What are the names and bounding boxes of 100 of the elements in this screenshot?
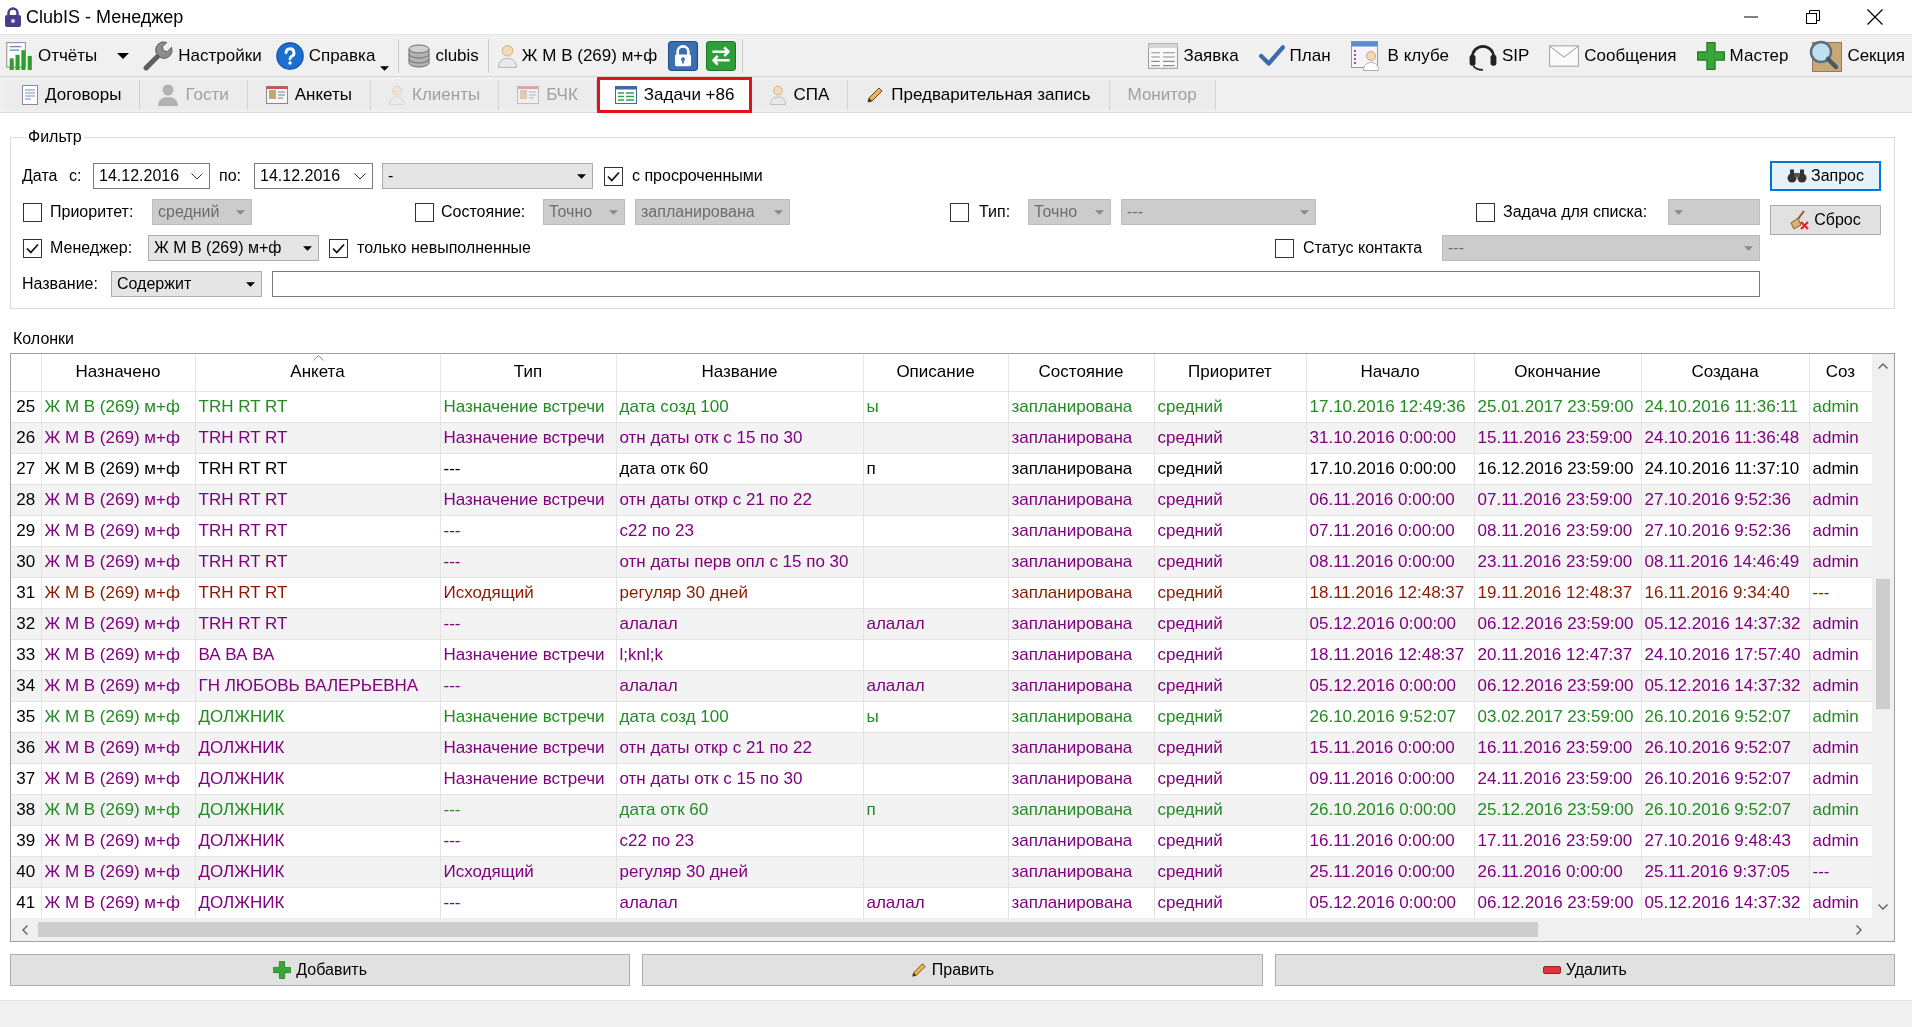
toolbar-button[interactable]: Заявка xyxy=(1145,37,1242,74)
table-row[interactable]: 40 Ж М В (269) м+ф ДОЛЖНИК Исходящий регуляр 30 дней запланирована средний 25.11.2016 0:00:00 26.11.2016 0:00:00 25.11.2016 9:37:05 --- xyxy=(11,856,1872,887)
table-row[interactable]: 36 Ж М В (269) м+ф ДОЛЖНИК Назначение встречи отн даты откр с 21 по 22 запланирована средний 15.11.2016 0:00:00 16.11.2016 23:59:00 26.10.2016 9:52:07 admin xyxy=(11,732,1872,763)
dropdown[interactable]: - xyxy=(382,163,593,189)
column-header[interactable]: Начало xyxy=(1306,354,1474,391)
tab[interactable]: Договоры xyxy=(4,79,141,110)
table-cell: 26.10.2016 9:52:07 xyxy=(1641,794,1809,825)
table-row[interactable]: 26 Ж М В (269) м+ф TRH RT RT Назначение встречи отн даты отк с 15 по 30 запланирована средний 31.10.2016 0:00:00 15.11.2016 23:59:00 24.10.2016 11:36:48 admin xyxy=(11,422,1872,453)
toolbar-button[interactable]: Настройки xyxy=(140,37,265,74)
date-field[interactable]: 14.12.2016 xyxy=(254,163,373,189)
checkbox[interactable] xyxy=(23,202,42,222)
toolbar-button[interactable]: Секция xyxy=(1805,37,1908,74)
checkbox[interactable] xyxy=(1476,202,1495,222)
table-row[interactable]: 35 Ж М В (269) м+ф ДОЛЖНИК Назначение встречи дата созд 100 ы запланирована средний 26.10.2016 9:52:07 03.02.2017 23:59:00 26.10.2016 9:52:07 admin xyxy=(11,701,1872,732)
table-row[interactable]: 30 Ж М В (269) м+ф TRH RT RT --- отн даты перв опл с 15 по 30 запланирована средний 08.11.2016 0:00:00 23.11.2016 23:59:00 08.11.2016 14:46:49 admin xyxy=(11,546,1872,577)
table-cell: 25.11.2016 0:00:00 xyxy=(1306,856,1474,887)
table-row[interactable]: 32 Ж М В (269) м+ф TRH RT RT --- алалал алалал запланирована средний 05.12.2016 0:00:00 06.12.2016 23:59:00 05.12.2016 14:37:32 admin xyxy=(11,608,1872,639)
caret-down-icon xyxy=(303,245,312,251)
column-header[interactable]: Состояние xyxy=(1008,354,1154,391)
toolbar-button[interactable]: В клубе xyxy=(1347,37,1452,74)
minimize-icon xyxy=(1744,16,1758,18)
tab[interactable]: Предварительная запись xyxy=(848,79,1110,110)
envelope-icon xyxy=(1549,44,1580,67)
date-field[interactable]: 14.12.2016 xyxy=(93,163,210,189)
table-row[interactable]: 25 Ж М В (269) м+ф TRH RT RT Назначение встречи дата созд 100 ы запланирована средний 17.10.2016 12:49:36 25.01.2017 23:59:00 24.10.2016 11:36:11 admin xyxy=(11,391,1872,422)
table-cell: ДОЛЖНИК xyxy=(195,856,440,887)
checkbox[interactable] xyxy=(23,238,42,258)
column-header[interactable]: Описание xyxy=(863,354,1008,391)
horizontal-scrollbar[interactable] xyxy=(11,918,1872,941)
chevron-right-icon[interactable] xyxy=(1855,924,1862,935)
toolbar-button[interactable]: SIP xyxy=(1465,37,1533,74)
checkbox[interactable] xyxy=(415,202,434,222)
column-header[interactable]: Название xyxy=(616,354,863,391)
toolbar-button[interactable]: Сообщения xyxy=(1546,37,1680,74)
table-cell: Ж М В (269) м+ф xyxy=(41,546,195,577)
table-row[interactable]: 28 Ж М В (269) м+ф TRH RT RT Назначение встречи отн даты откр с 21 по 22 запланирована средний 06.11.2016 0:00:00 07.11.2016 23:59:00 27.10.2016 9:52:36 admin xyxy=(11,484,1872,515)
toolbar-button[interactable]: Справка xyxy=(272,37,393,74)
toolbar-button[interactable]: Отчёты xyxy=(2,37,133,74)
column-header[interactable]: Назначено xyxy=(41,354,195,391)
column-header[interactable]: Тип xyxy=(440,354,616,391)
column-header[interactable]: Приоритет xyxy=(1154,354,1306,391)
checkbox[interactable] xyxy=(604,166,623,186)
tab[interactable]: СПА xyxy=(752,79,849,110)
search-icon xyxy=(1808,39,1843,72)
row-number: 33 xyxy=(11,639,41,670)
table-cell: Ж М В (269) м+ф xyxy=(41,732,195,763)
action-button[interactable]: Удалить xyxy=(1274,954,1895,986)
tab[interactable]: Анкеты xyxy=(247,79,371,110)
table-cell: Назначение встречи xyxy=(440,763,616,794)
toolbar-button[interactable]: Мастер xyxy=(1693,37,1792,74)
column-header[interactable]: Соз xyxy=(1809,354,1872,391)
table-row[interactable]: 31 Ж М В (269) м+ф TRH RT RT Исходящий регуляр 30 дней запланирована средний 18.11.2016 12:48:37 19.11.2016 12:48:37 16.11.2016 9:34:40 --- xyxy=(11,577,1872,608)
text-field[interactable] xyxy=(272,271,1760,297)
window-title: ClubIS - Менеджер xyxy=(26,6,184,28)
scrollbar-thumb[interactable] xyxy=(1876,579,1890,709)
table-row[interactable]: 37 Ж М В (269) м+ф ДОЛЖНИК Назначение встречи отн даты отк с 15 по 30 запланирована средний 09.11.2016 0:00:00 24.11.2016 23:59:00 26.10.2016 9:52:07 admin xyxy=(11,763,1872,794)
chevron-up-icon[interactable] xyxy=(1878,362,1888,369)
checkbox[interactable] xyxy=(329,238,348,258)
chevron-down-icon xyxy=(354,172,366,180)
toolbar-button[interactable]: План xyxy=(1255,37,1334,74)
tab[interactable]: Задачи +86 xyxy=(596,76,753,113)
column-header[interactable]: Окончание xyxy=(1474,354,1641,391)
table-row[interactable]: 39 Ж М В (269) м+ф ДОЛЖНИК --- с22 по 23 запланирована средний 16.11.2016 0:00:00 17.11.2016 23:59:00 27.10.2016 9:48:43 admin xyxy=(11,825,1872,856)
toolbar-button[interactable]: clubis xyxy=(405,37,482,74)
table-cell: 18.11.2016 12:48:37 xyxy=(1306,639,1474,670)
table-row[interactable]: 38 Ж М В (269) м+ф ДОЛЖНИК --- дата отк 60 п запланирована средний 26.10.2016 0:00:00 25.12.2016 23:59:00 26.10.2016 9:52:07 admin xyxy=(11,794,1872,825)
table-row[interactable]: 41 Ж М В (269) м+ф ДОЛЖНИК --- алалал алалал запланирована средний 05.12.2016 0:00:00 06.12.2016 23:59:00 05.12.2016 14:37:32 admin xyxy=(11,887,1872,918)
query-button[interactable]: Запрос xyxy=(1770,161,1881,191)
padlock-icon[interactable] xyxy=(668,40,699,71)
table-cell: с22 по 23 xyxy=(616,515,863,546)
table-cell: Назначение встречи xyxy=(440,422,616,453)
action-button[interactable]: Править xyxy=(642,954,1263,986)
caret-down-icon xyxy=(577,173,586,179)
table-cell: п xyxy=(863,794,1008,825)
table-cell: 05.12.2016 0:00:00 xyxy=(1306,670,1474,701)
checkbox-label: Менеджер: xyxy=(50,239,134,257)
table-cell: отн даты отк с 15 по 30 xyxy=(616,763,863,794)
table-row[interactable]: 27 Ж М В (269) м+ф TRH RT RT --- дата отк 60 п запланирована средний 17.10.2016 0:00:00 16.12.2016 23:59:00 24.10.2016 11:37:10 admin xyxy=(11,453,1872,484)
table-cell: Ж М В (269) м+ф xyxy=(41,701,195,732)
table-row[interactable]: 29 Ж М В (269) м+ф TRH RT RT --- с22 по 23 запланирована средний 07.11.2016 0:00:00 08.11.2016 23:59:00 27.10.2016 9:52:36 admin xyxy=(11,515,1872,546)
action-button[interactable]: Добавить xyxy=(10,954,631,986)
table-cell: запланирована xyxy=(1008,546,1154,577)
toolbar-button[interactable]: Ж М В (269) м+ф xyxy=(494,37,661,74)
dropdown[interactable]: Ж М В (269) м+ф xyxy=(148,235,319,261)
table-cell: --- xyxy=(440,453,616,484)
table-cell: 08.11.2016 0:00:00 xyxy=(1306,546,1474,577)
table-row[interactable]: 33 Ж М В (269) м+ф ВА ВА ВА Назначение встречи l;knl;k запланирована средний 18.11.2016 12:48:37 20.11.2016 12:47:37 24.10.2016 17:57:40 admin xyxy=(11,639,1872,670)
column-header[interactable]: Анкета xyxy=(195,354,440,391)
dropdown[interactable]: Содержит xyxy=(111,271,262,297)
query-button[interactable]: Сброс xyxy=(1770,205,1881,235)
column-header[interactable]: Создана xyxy=(1641,354,1809,391)
scrollbar-thumb[interactable] xyxy=(38,922,1538,937)
table-cell: средний xyxy=(1154,422,1306,453)
table-row[interactable]: 34 Ж М В (269) м+ф ГН ЛЮБОВЬ ВАЛЕРЬЕВНА --- алалал алалал запланирована средний 05.12.2016 0:00:00 06.12.2016 23:59:00 05.12.2016 14:37:32 admin xyxy=(11,670,1872,701)
swap-arrows-icon[interactable] xyxy=(706,40,737,71)
checkbox[interactable] xyxy=(1275,238,1294,258)
vertical-scrollbar[interactable] xyxy=(1872,354,1894,918)
checkbox[interactable] xyxy=(950,202,969,222)
chevron-left-icon[interactable] xyxy=(21,924,28,935)
chevron-down-icon[interactable] xyxy=(1878,903,1888,910)
